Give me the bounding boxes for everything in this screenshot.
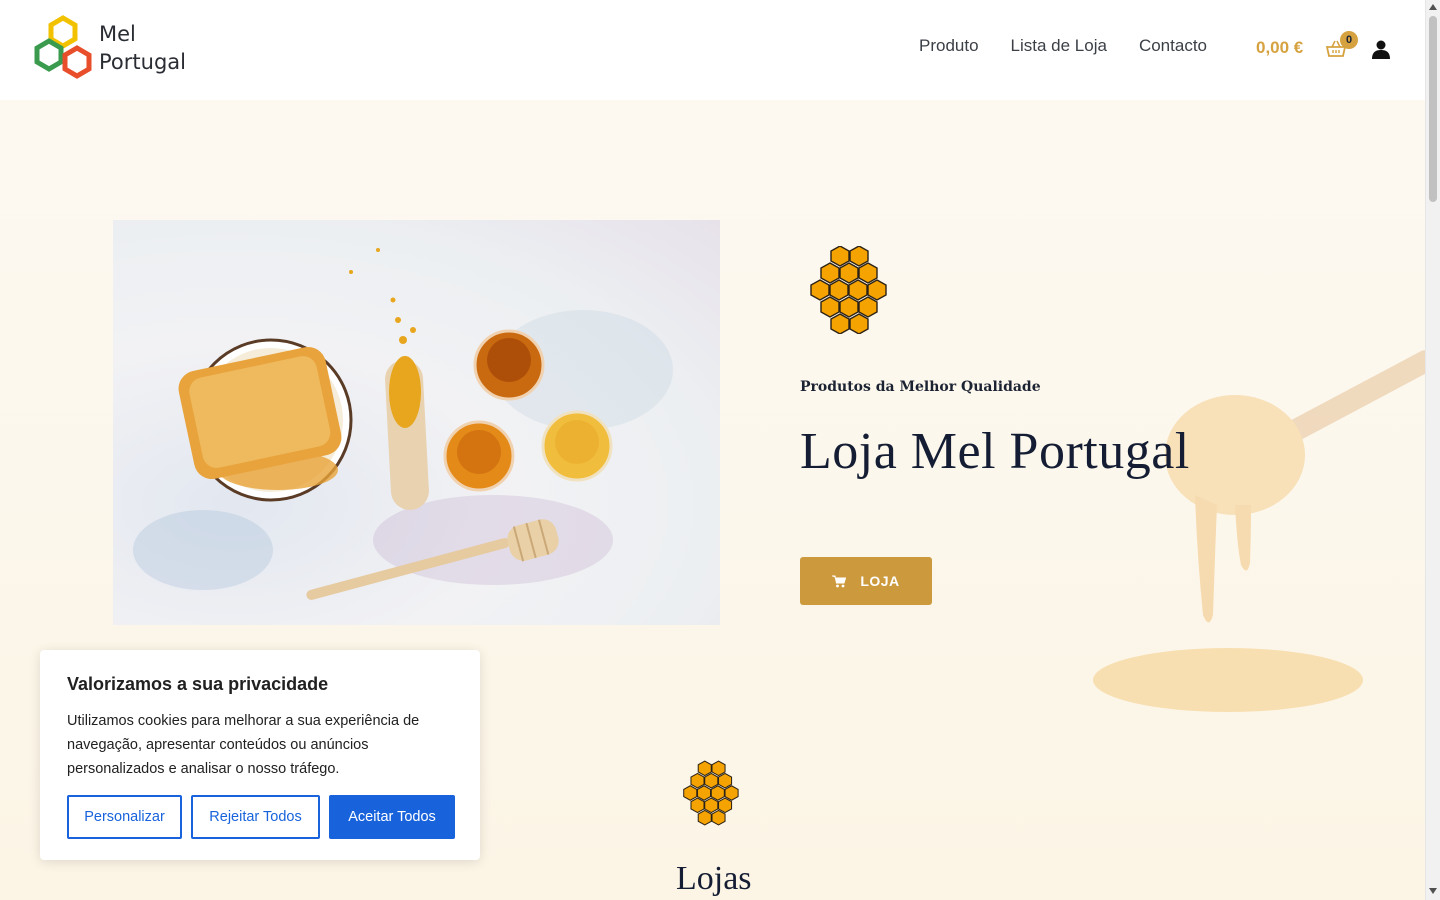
logo-line-2: Portugal <box>99 50 186 74</box>
honeycomb-icon <box>810 246 887 334</box>
honey-products-image <box>113 220 720 625</box>
hero-subtitle: Produtos da Melhor Qualidade <box>800 379 1041 395</box>
site-header: Mel Portugal Produto Lista de Loja Conta… <box>0 0 1425 100</box>
shop-button[interactable]: LOJA <box>800 557 932 605</box>
accept-all-button[interactable]: Aceitar Todos <box>329 795 455 839</box>
cart-icon <box>832 575 847 587</box>
scrollbar-thumb[interactable] <box>1429 16 1437 202</box>
cookie-text: Utilizamos cookies para melhorar a sua e… <box>67 713 420 777</box>
user-icon[interactable] <box>1372 40 1390 59</box>
hero-title: Loja Mel Portugal <box>800 423 1190 480</box>
cookie-title: Valorizamos a sua privacidade <box>67 674 329 694</box>
shop-button-label: LOJA <box>860 573 900 589</box>
customize-button[interactable]: Personalizar <box>67 795 182 839</box>
logo[interactable]: Mel Portugal <box>33 14 193 82</box>
reject-all-button[interactable]: Rejeitar Todos <box>191 795 320 839</box>
nav-item-produto[interactable]: Produto <box>919 36 979 56</box>
scroll-down-arrow-icon[interactable] <box>1429 888 1437 894</box>
cart-total[interactable]: 0,00 € <box>1256 38 1303 58</box>
cookie-buttons: Personalizar Rejeitar Todos Aceitar Todo… <box>67 795 455 839</box>
cookie-consent-banner: Valorizamos a sua privacidade Utilizamos… <box>40 650 480 860</box>
page-scrollbar[interactable] <box>1425 0 1440 900</box>
main-nav: Produto Lista de Loja Contacto <box>919 36 1207 56</box>
logo-line-1: Mel <box>99 22 136 46</box>
nav-item-lista-de-loja[interactable]: Lista de Loja <box>1011 36 1107 56</box>
logo-text: Mel Portugal <box>99 20 186 76</box>
section-title-lojas: Lojas <box>676 860 752 897</box>
cart-count-badge: 0 <box>1340 31 1358 49</box>
honey-dipper-decoration <box>1093 350 1425 712</box>
nav-item-contacto[interactable]: Contacto <box>1139 36 1207 56</box>
section-honeycomb-icon <box>683 760 739 826</box>
honey-products-illustration <box>133 248 673 600</box>
logo-hexagon-icon <box>34 15 92 79</box>
scroll-up-arrow-icon[interactable] <box>1429 4 1437 10</box>
